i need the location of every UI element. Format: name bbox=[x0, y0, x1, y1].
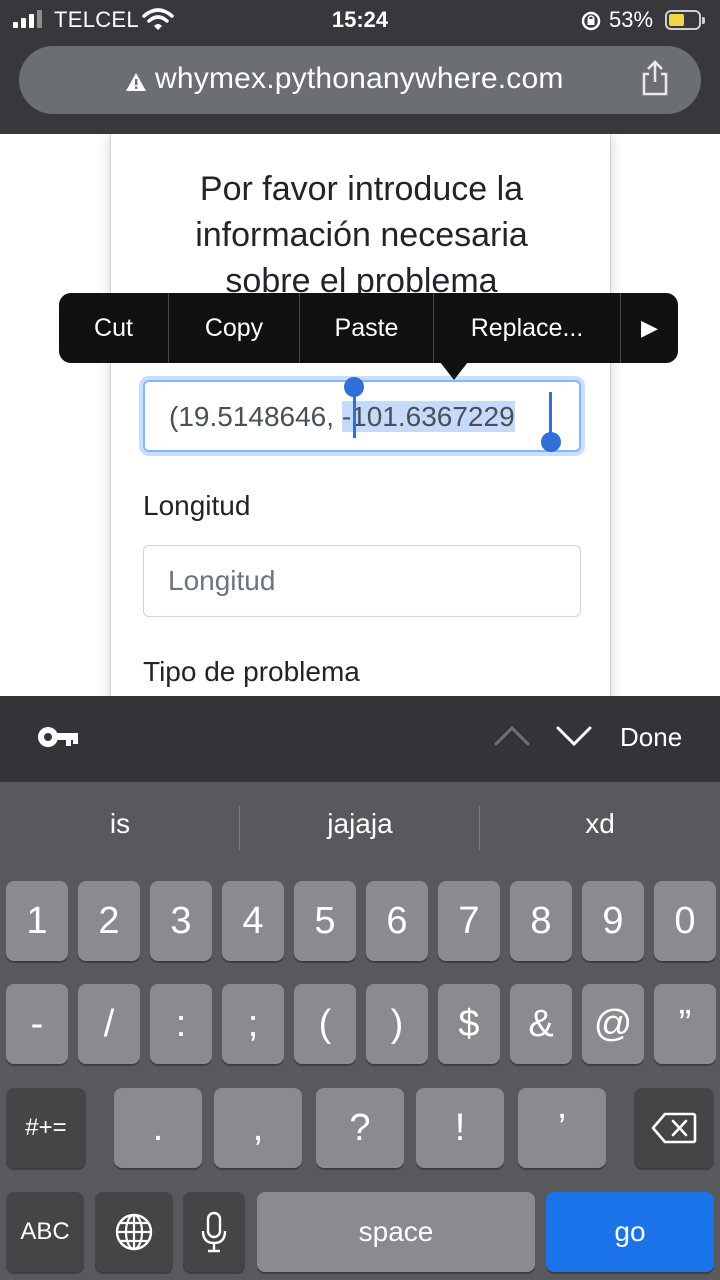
key-apostrophe[interactable]: ’ bbox=[518, 1088, 606, 1168]
key-4[interactable]: 4 bbox=[222, 881, 284, 961]
heading-line-1: Por favor introduce la bbox=[199, 170, 524, 208]
key-9[interactable]: 9 bbox=[582, 881, 644, 961]
key-icon[interactable] bbox=[36, 724, 80, 750]
cut-menu-item[interactable]: Cut bbox=[59, 293, 169, 363]
longitude-input[interactable]: Longitud bbox=[143, 545, 581, 617]
browser-chrome: TELCEL 15:24 53% whymex.pythonanywhere.c… bbox=[0, 0, 720, 134]
key-period[interactable]: . bbox=[114, 1088, 202, 1168]
key-1[interactable]: 1 bbox=[6, 881, 68, 961]
key-8[interactable]: 8 bbox=[510, 881, 572, 961]
problem-type-label: Tipo de problema bbox=[143, 656, 360, 687]
key-dollar[interactable]: $ bbox=[438, 984, 500, 1064]
key-dash[interactable]: - bbox=[6, 984, 68, 1064]
key-0[interactable]: 0 bbox=[654, 881, 716, 961]
key-5[interactable]: 5 bbox=[294, 881, 356, 961]
paste-menu-item[interactable]: Paste bbox=[300, 293, 434, 363]
key-exclamation[interactable]: ! bbox=[416, 1088, 504, 1168]
key-slash[interactable]: / bbox=[78, 984, 140, 1064]
location-value-unselected: (19.5148646, bbox=[169, 401, 342, 432]
rotation-lock-icon bbox=[581, 11, 601, 31]
key-semicolon[interactable]: ; bbox=[222, 984, 284, 1064]
key-2[interactable]: 2 bbox=[78, 881, 140, 961]
done-button[interactable]: Done bbox=[620, 722, 682, 753]
copy-menu-item[interactable]: Copy bbox=[169, 293, 300, 363]
replace-menu-item[interactable]: Replace... bbox=[434, 293, 621, 363]
symbols-shift-key[interactable]: #+= bbox=[6, 1088, 86, 1168]
heading-line-2: información necesaria bbox=[195, 216, 528, 254]
chevron-up-icon[interactable] bbox=[494, 724, 530, 748]
globe-icon bbox=[115, 1213, 153, 1251]
key-6[interactable]: 6 bbox=[366, 881, 428, 961]
url-text[interactable]: whymex.pythonanywhere.com bbox=[155, 62, 564, 96]
key-7[interactable]: 7 bbox=[438, 881, 500, 961]
selection-end-knob[interactable] bbox=[541, 432, 561, 452]
key-open-paren[interactable]: ( bbox=[294, 984, 356, 1064]
status-bar: TELCEL 15:24 53% bbox=[0, 0, 720, 40]
edit-context-menu: Cut Copy Paste Replace... ▶ bbox=[59, 293, 678, 363]
location-value-selected[interactable]: -101.6367229 bbox=[341, 401, 515, 432]
battery-percent: 53% bbox=[609, 7, 654, 32]
more-arrow-icon[interactable]: ▶ bbox=[621, 293, 678, 363]
key-quote[interactable]: ” bbox=[654, 984, 716, 1064]
key-3[interactable]: 3 bbox=[150, 881, 212, 961]
key-at[interactable]: @ bbox=[582, 984, 644, 1064]
key-ampersand[interactable]: & bbox=[510, 984, 572, 1064]
key-comma[interactable]: , bbox=[214, 1088, 302, 1168]
globe-key[interactable] bbox=[95, 1192, 173, 1272]
microphone-icon bbox=[201, 1211, 227, 1253]
form-heading: Por favor introduce la información neces… bbox=[111, 166, 612, 304]
menu-pointer bbox=[440, 362, 468, 380]
warning-icon[interactable] bbox=[125, 72, 147, 92]
battery-icon bbox=[665, 10, 705, 30]
form-card: Por favor introduce la información neces… bbox=[110, 134, 611, 696]
backspace-icon bbox=[651, 1112, 697, 1144]
longitude-label: Longitud bbox=[143, 490, 251, 521]
abc-key[interactable]: ABC bbox=[6, 1192, 84, 1272]
suggestion-1[interactable]: is bbox=[0, 808, 240, 840]
selection-start-handle[interactable] bbox=[353, 392, 356, 438]
share-icon[interactable] bbox=[639, 58, 671, 98]
backspace-key[interactable] bbox=[634, 1088, 714, 1168]
suggestion-3[interactable]: xd bbox=[480, 808, 720, 840]
web-page: Por favor introduce la información neces… bbox=[0, 134, 720, 696]
microphone-key[interactable] bbox=[183, 1192, 245, 1272]
space-key[interactable]: space bbox=[257, 1192, 535, 1272]
keyboard: is jajaja xd 1 2 3 4 5 6 7 8 9 0 - / : ;… bbox=[0, 782, 720, 1280]
key-colon[interactable]: : bbox=[150, 984, 212, 1064]
suggestion-2[interactable]: jajaja bbox=[240, 808, 480, 840]
go-key[interactable]: go bbox=[546, 1192, 714, 1272]
address-bar[interactable]: whymex.pythonanywhere.com bbox=[19, 46, 701, 114]
keyboard-accessory-bar: Done bbox=[0, 696, 720, 782]
key-question[interactable]: ? bbox=[316, 1088, 404, 1168]
key-close-paren[interactable]: ) bbox=[366, 984, 428, 1064]
selection-start-knob[interactable] bbox=[344, 377, 364, 397]
chevron-down-icon[interactable] bbox=[556, 724, 592, 748]
